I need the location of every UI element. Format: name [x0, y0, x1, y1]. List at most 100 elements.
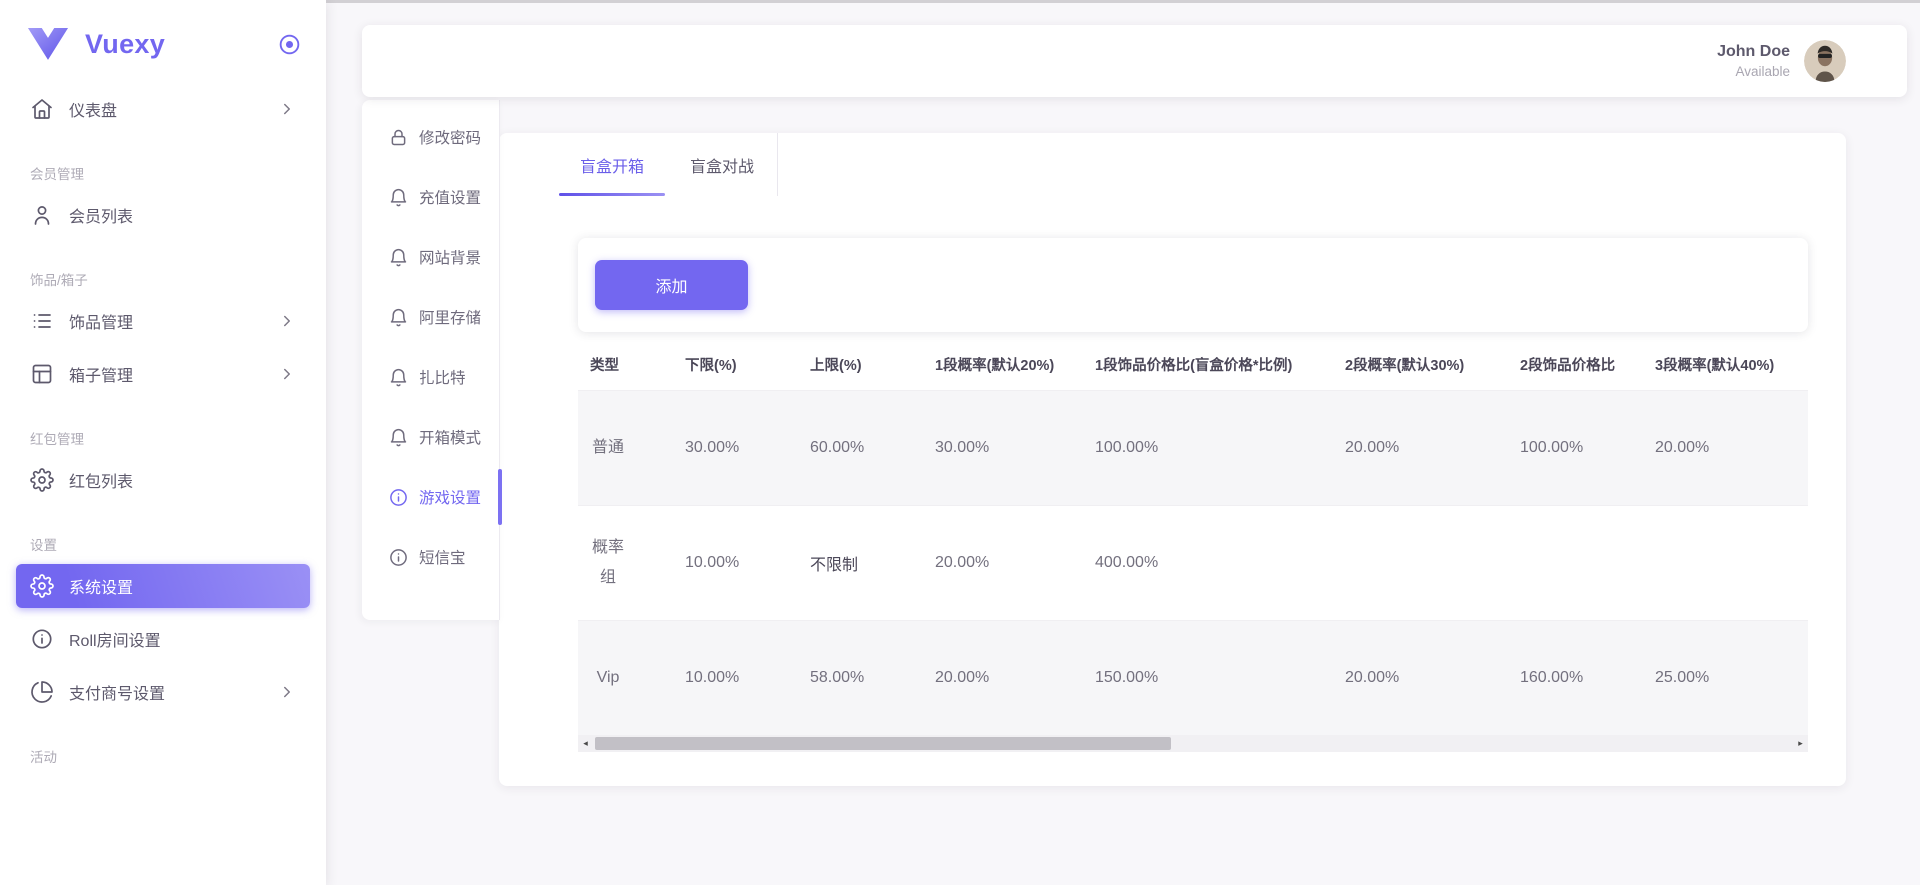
scroll-left-arrow-icon[interactable]: ◂ — [578, 735, 593, 752]
tab-label: 盲盒对战 — [690, 153, 754, 177]
submenu-item-open-box-mode[interactable]: 开箱模式 — [362, 415, 499, 459]
sidebar-item-system-settings[interactable]: 系统设置 — [16, 564, 310, 608]
brand-name: Vuexy — [85, 29, 277, 60]
gear-icon — [30, 574, 54, 598]
col-header-seg1-price-ratio: 1段饰品价格比(盲盒价格*比例) — [1083, 340, 1333, 390]
sidebar-item-label: 红包列表 — [69, 468, 133, 492]
cell-seg2-prob — [1333, 505, 1508, 620]
col-header-seg3-prob: 3段概率(默认40%) — [1643, 340, 1808, 390]
submenu-item-site-background[interactable]: 网站背景 — [362, 235, 499, 279]
cell-seg1-ratio: 100.00% — [1083, 390, 1333, 505]
submenu-item-label: 网站背景 — [419, 246, 481, 268]
sidebar-item-payment-merchant-settings[interactable]: 支付商号设置 — [16, 670, 310, 714]
cell-seg3-prob — [1643, 505, 1808, 620]
add-button[interactable]: 添加 — [595, 260, 748, 310]
cell-type: 概率组 — [590, 533, 626, 593]
sidebar-item-dashboard[interactable]: 仪表盘 — [16, 87, 310, 131]
col-header-lower-limit: 下限(%) — [673, 340, 798, 390]
sidebar-item-roll-room-settings[interactable]: Roll房间设置 — [16, 617, 310, 661]
cell-seg1-ratio: 150.00% — [1083, 620, 1333, 735]
cell-seg1-prob: 30.00% — [923, 390, 1083, 505]
cell-lower: 30.00% — [673, 390, 798, 505]
submenu-item-sms-bao[interactable]: 短信宝 — [362, 535, 499, 579]
submenu-item-change-password[interactable]: 修改密码 — [362, 115, 499, 159]
sidebar-section-redpacket: 红包管理 — [16, 428, 310, 448]
user-icon — [30, 203, 54, 227]
sidebar-item-item-manage[interactable]: 饰品管理 — [16, 299, 310, 343]
tab-blindbox-battle[interactable]: 盲盒对战 — [667, 133, 777, 196]
cell-seg1-ratio: 400.00% — [1083, 505, 1333, 620]
sidebar-item-label: 箱子管理 — [69, 362, 133, 386]
sidebar-item-label: 仪表盘 — [69, 97, 117, 121]
top-navbar: John Doe Available — [362, 25, 1907, 97]
col-header-seg2-prob: 2段概率(默认30%) — [1333, 340, 1508, 390]
gear-icon — [30, 468, 54, 492]
list-icon — [30, 309, 54, 333]
submenu-item-game-settings[interactable]: 游戏设置 — [362, 475, 499, 519]
scrollbar-thumb[interactable] — [595, 737, 1171, 750]
game-settings-panel: 盲盒开箱 盲盒对战 添加 类型 下限(%) 上限(%) — [499, 133, 1846, 786]
table-row: 普通 30.00% 60.00% 30.00% 100.00% 20.00% 1… — [578, 390, 1808, 505]
submenu-item-label: 充值设置 — [419, 186, 481, 208]
tab-label: 盲盒开箱 — [580, 153, 644, 177]
chevron-right-icon — [278, 100, 296, 118]
info-circle-icon — [388, 547, 409, 568]
tab-blindbox-open[interactable]: 盲盒开箱 — [557, 133, 667, 196]
bell-icon — [388, 367, 409, 388]
table-row: 概率组 10.00% 不限制 20.00% 400.00% — [578, 505, 1808, 620]
submenu-item-label: 开箱模式 — [419, 426, 481, 448]
cell-seg1-prob: 20.00% — [923, 620, 1083, 735]
sidebar-section-items-boxes: 饰品/箱子 — [16, 269, 310, 289]
sidebar-item-label: Roll房间设置 — [69, 627, 161, 651]
bell-icon — [388, 307, 409, 328]
user-avatar[interactable] — [1804, 40, 1846, 82]
scroll-right-arrow-icon[interactable]: ▸ — [1793, 735, 1808, 752]
sidebar-item-label: 支付商号设置 — [69, 680, 165, 704]
cell-lower: 10.00% — [673, 620, 798, 735]
cell-seg2-ratio: 160.00% — [1508, 620, 1643, 735]
submenu-item-label: 短信宝 — [419, 546, 466, 568]
top-scroll-line — [326, 0, 1920, 3]
user-name: John Doe — [1717, 43, 1790, 61]
sidebar-section-members: 会员管理 — [16, 163, 310, 183]
col-header-seg1-prob: 1段概率(默认20%) — [923, 340, 1083, 390]
col-header-type: 类型 — [578, 340, 673, 390]
tab-bar-divider — [777, 133, 778, 196]
cell-seg3-prob: 25.00% — [1643, 620, 1808, 735]
layout-icon — [30, 362, 54, 386]
bell-icon — [388, 187, 409, 208]
info-circle-icon — [30, 627, 54, 651]
submenu-item-ali-storage[interactable]: 阿里存储 — [362, 295, 499, 339]
chevron-right-icon — [278, 683, 296, 701]
horizontal-scrollbar[interactable]: ◂ ▸ — [578, 735, 1808, 752]
cell-upper: 58.00% — [798, 620, 923, 735]
sidebar-section-activity: 活动 — [16, 746, 310, 766]
submenu-item-zhabite[interactable]: 扎比特 — [362, 355, 499, 399]
menu-pin-toggle radio-circle-icon[interactable] — [277, 32, 302, 57]
vuexy-logo-icon — [27, 28, 69, 61]
sidebar-section-settings: 设置 — [16, 534, 310, 554]
submenu-item-label: 扎比特 — [419, 366, 466, 388]
table-row: Vip 10.00% 58.00% 20.00% 150.00% 20.00% … — [578, 620, 1808, 735]
app-root: Vuexy 仪表盘 会员管理 会员列表 饰品/箱子 — [0, 0, 1920, 885]
settings-submenu: 修改密码 充值设置 网站背景 阿里存储 扎比特 开箱模式 游戏设置 短信宝 — [362, 100, 500, 620]
sidebar-item-box-manage[interactable]: 箱子管理 — [16, 352, 310, 396]
info-circle-icon — [388, 487, 409, 508]
brand: Vuexy — [0, 0, 326, 73]
cell-seg3-prob: 20.00% — [1643, 390, 1808, 505]
cell-upper: 60.00% — [798, 390, 923, 505]
sidebar-item-member-list[interactable]: 会员列表 — [16, 193, 310, 237]
submenu-item-recharge-settings[interactable]: 充值设置 — [362, 175, 499, 219]
probability-table: 类型 下限(%) 上限(%) 1段概率(默认20%) 1段饰品价格比(盲盒价格*… — [578, 340, 1808, 735]
table-header-row: 类型 下限(%) 上限(%) 1段概率(默认20%) 1段饰品价格比(盲盒价格*… — [578, 340, 1808, 390]
home-icon — [30, 97, 54, 121]
submenu-item-label: 修改密码 — [419, 126, 481, 148]
sidebar-item-redpacket-list[interactable]: 红包列表 — [16, 458, 310, 502]
lock-icon — [388, 127, 409, 148]
chevron-right-icon — [278, 365, 296, 383]
user-info: John Doe Available — [1717, 43, 1790, 79]
cell-type: Vip — [590, 663, 626, 693]
cell-seg1-prob: 20.00% — [923, 505, 1083, 620]
bell-icon — [388, 247, 409, 268]
sidebar-item-label: 会员列表 — [69, 203, 133, 227]
